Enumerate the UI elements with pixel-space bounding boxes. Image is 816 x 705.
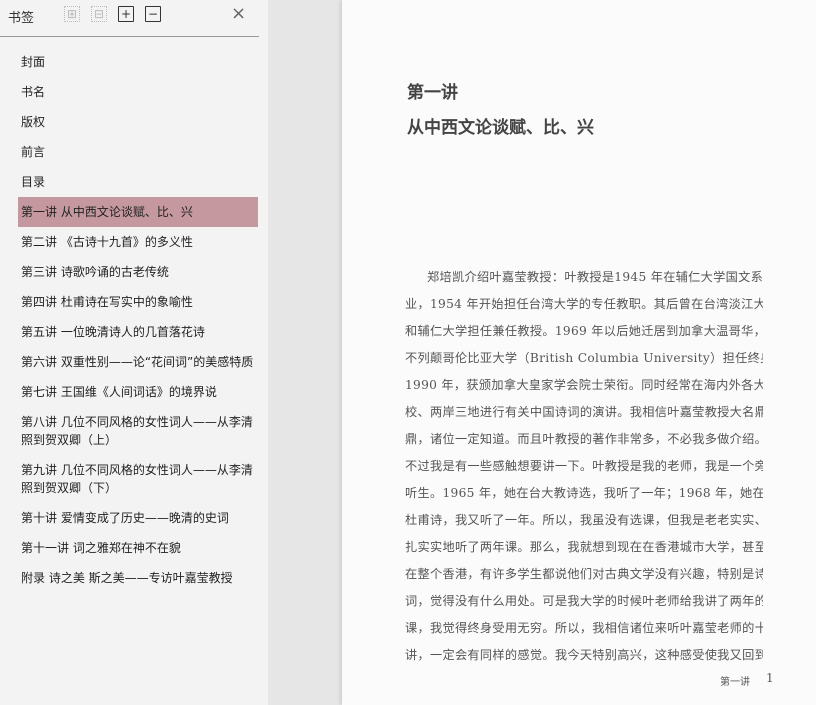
bookmark-item[interactable]: 第十讲 爱情变成了历史——晚清的史词 [18, 503, 258, 533]
bookmark-item[interactable]: 第三讲 诗歌吟诵的古老传统 [18, 257, 258, 287]
bookmark-item[interactable]: 目录 [18, 167, 258, 197]
bookmark-item[interactable]: 第九讲 几位不同风格的女性词人——从李清照到贺双卿（下） [18, 455, 258, 503]
remove-bookmark-icon[interactable]: − [145, 6, 161, 22]
page-number: 1 [766, 671, 774, 685]
bookmark-item[interactable]: 第五讲 一位晚清诗人的几首落花诗 [18, 317, 258, 347]
text-line: 业，1954 年开始担任台湾大学的专任教职。其后曾在台湾淡江大学 [405, 297, 763, 311]
expand-all-icon[interactable]: ⊞ [64, 6, 80, 22]
text-line: 不过我是有一些感触想要讲一下。叶教授是我的老师，我是一个旁 [405, 459, 763, 473]
bookmark-item[interactable]: 第七讲 王国维《人间词话》的境界说 [18, 377, 258, 407]
text-line: 课，我觉得终身受用无穷。所以，我相信诸位来听叶嘉莹老师的十 [405, 621, 763, 635]
bookmark-item[interactable]: 第二讲 《古诗十九首》的多义性 [18, 227, 258, 257]
bookmark-item[interactable]: 版权 [18, 107, 258, 137]
text-line: 杜甫诗，我又听了一年。所以，我虽没有选课，但我是老老实实、扎 [405, 513, 763, 527]
collapse-all-icon[interactable]: ⊟ [91, 6, 107, 22]
body-text: 郑培凯介绍叶嘉莹教授：叶教授是1945 年在辅仁大学国文系毕业，1954 年开始… [405, 266, 763, 671]
bookmark-item[interactable]: 前言 [18, 137, 258, 167]
text-line: 1990 年，获颁加拿大皇家学会院士荣衔。同时经常在海内外各大名 [405, 378, 763, 392]
bookmark-item[interactable]: 第十一讲 词之雅郑在神不在貌 [18, 533, 258, 563]
text-line: 不列颠哥伦比亚大学（British Columbia University）担任… [405, 351, 763, 365]
bookmark-item[interactable]: 第一讲 从中西文论谈赋、比、兴 [18, 197, 258, 227]
document-page: 第一讲 从中西文论谈赋、比、兴 郑培凯介绍叶嘉莹教授：叶教授是1945 年在辅仁… [342, 0, 816, 705]
bookmark-header: 书签 ⊞ ⊟ + − × [0, 0, 259, 37]
text-line: 听生。1965 年，她在台大教诗选，我听了一年；1968 年，她在台大教 [405, 486, 763, 500]
add-bookmark-icon[interactable]: + [118, 6, 134, 22]
text-line: 和辅仁大学担任兼任教授。1969 年以后她迁居到加拿大温哥华，在 [405, 324, 763, 338]
bookmark-item[interactable]: 第八讲 几位不同风格的女性词人——从李清照到贺双卿（上） [18, 407, 258, 455]
panel-title: 书签 [8, 11, 35, 26]
bookmark-item[interactable]: 第六讲 双重性别——论“花间词”的美感特质 [18, 347, 258, 377]
chapter-number: 第一讲 [407, 83, 458, 103]
bookmark-item[interactable]: 封面 [18, 47, 258, 77]
viewer-gutter [268, 0, 342, 705]
running-footer: 第一讲 [720, 677, 750, 688]
text-line: 郑培凯介绍叶嘉莹教授：叶教授是1945 年在辅仁大学国文系毕 [427, 270, 763, 284]
bookmark-item[interactable]: 书名 [18, 77, 258, 107]
text-line: 词，觉得没有什么用处。可是我大学的时候叶老师给我讲了两年的 [405, 594, 763, 608]
bookmark-item[interactable]: 附录 诗之美 斯之美——专访叶嘉莹教授 [18, 563, 258, 593]
text-line: 校、两岸三地进行有关中国诗词的演讲。我相信叶嘉莹教授大名鼎 [405, 405, 763, 419]
text-line: 鼎，诸位一定知道。而且叶教授的著作非常多，不必我多做介绍。 [405, 432, 763, 446]
chapter-title: 从中西文论谈赋、比、兴 [407, 118, 594, 138]
close-icon[interactable]: × [231, 3, 246, 24]
bookmark-list: 封面 书名 版权 前言 目录 第一讲 从中西文论谈赋、比、兴 第二讲 《古诗十九首》的多义性… [18, 47, 258, 593]
text-line: 讲，一定会有同样的感觉。我今天特别高兴，这种感受使我又回到 [405, 648, 763, 662]
text-line: 在整个香港，有许多学生都说他们对古典文学没有兴趣，特别是诗 [405, 567, 763, 581]
bookmark-panel: 书签 ⊞ ⊟ + − × 封面 书名 版权 前言 目录 第一讲 从中西文论谈赋、比、兴 第二… [0, 0, 268, 705]
text-line: 扎实实地听了两年课。那么，我就想到现在在香港城市大学，甚至 [405, 540, 763, 554]
bookmark-item[interactable]: 第四讲 杜甫诗在写实中的象喻性 [18, 287, 258, 317]
